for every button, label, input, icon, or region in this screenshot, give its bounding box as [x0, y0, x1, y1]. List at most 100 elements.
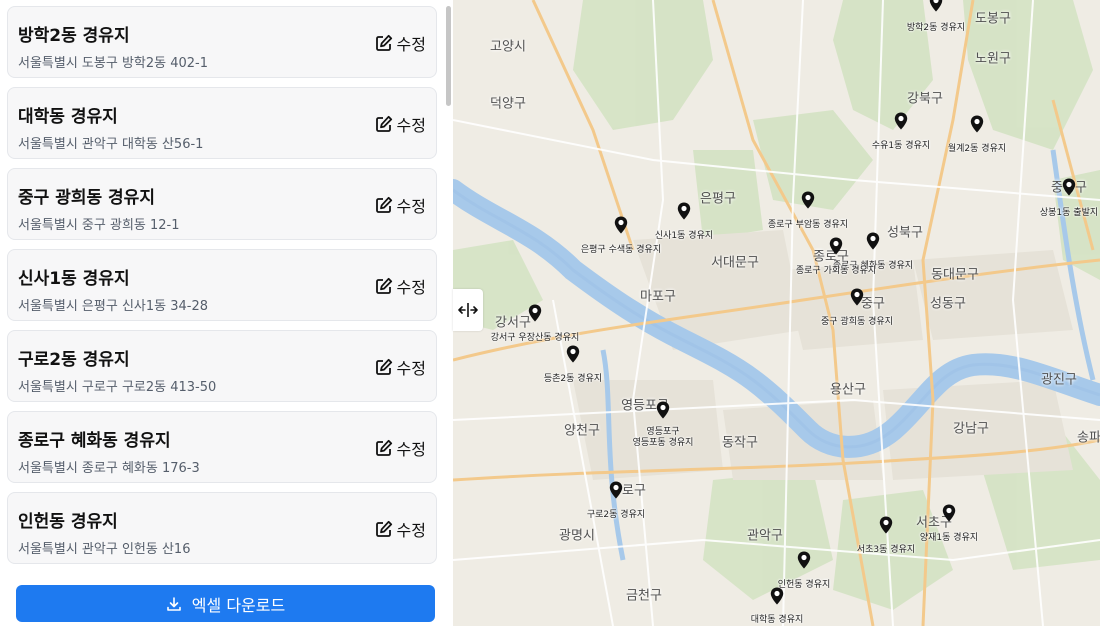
edit-label: 수정: [396, 278, 426, 297]
map-view[interactable]: 도봉구 고양시 노원구 덕양구 강북구 은평구 중랑구 성북구 서대문구 종로구…: [453, 0, 1100, 626]
excel-download-button[interactable]: 엑셀 다운로드: [16, 585, 435, 622]
map-marker-label: 상봉1동 출발지: [1039, 208, 1099, 218]
edit-label: 수정: [396, 35, 426, 54]
waypoint-name: 구로2동 경유지: [18, 350, 130, 370]
map-marker-label: 수유1동 경유지: [871, 141, 931, 151]
edit-label: 수정: [396, 197, 426, 216]
list-item: 신사1동 경유지 서울특별시 은평구 신사1동 34-28 수정: [7, 249, 437, 321]
edit-label: 수정: [396, 359, 426, 378]
map-marker-label: 구로2동 경유지: [586, 510, 646, 520]
waypoint-address: 서울특별시 도봉구 방학2동 402-1: [18, 56, 209, 71]
list-item: 중구 광희동 경유지 서울특별시 중구 광희동 12-1 수정: [7, 168, 437, 240]
map-marker-pin-icon[interactable]: [829, 237, 843, 259]
district-label: 강서구: [495, 315, 531, 331]
scrollbar-thumb[interactable]: [446, 6, 451, 106]
district-label: 덕양구: [490, 96, 526, 112]
waypoint-panel: 방학2동 경유지 서울특별시 도봉구 방학2동 402-1 수정 대학동 경유지…: [0, 0, 453, 626]
waypoint-address: 서울특별시 은평구 신사1동 34-28: [18, 299, 209, 314]
map-marker-pin-icon[interactable]: [879, 516, 893, 538]
district-label: 강남구: [953, 421, 989, 437]
edit-label: 수정: [396, 440, 426, 459]
map-marker-label: 중구 광희동 경유지: [821, 317, 893, 327]
download-label: 엑셀 다운로드: [191, 595, 286, 615]
district-label: 성북구: [887, 225, 923, 241]
district-label: 도봉구: [975, 11, 1011, 27]
district-label: 마포구: [640, 289, 676, 305]
map-marker-label: 대학동 경유지: [750, 615, 804, 625]
waypoint-name: 중구 광희동 경유지: [18, 188, 155, 208]
map-marker-pin-icon[interactable]: [566, 345, 580, 367]
waypoint-name: 대학동 경유지: [18, 107, 118, 127]
edit-icon: [375, 277, 392, 294]
edit-icon: [375, 115, 392, 132]
edit-icon: [375, 520, 392, 537]
waypoint-address: 서울특별시 중구 광희동 12-1: [18, 218, 180, 233]
edit-button[interactable]: 수정: [375, 274, 426, 298]
district-label: 은평구: [700, 191, 736, 207]
edit-button[interactable]: 수정: [375, 193, 426, 217]
map-marker-pin-icon[interactable]: [942, 504, 956, 526]
district-label: 강북구: [907, 91, 943, 107]
map-marker-label: 영등포구 영등포동 경유지: [632, 427, 694, 448]
map-marker-label: 등촌2동 경유지: [543, 374, 603, 384]
edit-button[interactable]: 수정: [375, 31, 426, 55]
map-marker-label: 양재1동 경유지: [919, 533, 979, 543]
edit-button[interactable]: 수정: [375, 517, 426, 541]
map-marker-pin-icon[interactable]: [677, 202, 691, 224]
waypoint-address: 서울특별시 관악구 인헌동 산16: [18, 542, 191, 557]
waypoint-address: 서울특별시 관악구 대학동 산56-1: [18, 137, 204, 152]
edit-label: 수정: [396, 116, 426, 135]
resize-arrows-icon: [458, 303, 478, 317]
edit-icon: [375, 439, 392, 456]
resize-handle[interactable]: [453, 289, 483, 331]
waypoint-name: 신사1동 경유지: [18, 269, 130, 289]
map-marker-label: 방학2동 경유지: [906, 23, 966, 33]
list-item: 대학동 경유지 서울특별시 관악구 대학동 산56-1 수정: [7, 87, 437, 159]
map-marker-label: 월계2동 경유지: [947, 144, 1007, 154]
download-icon: [166, 596, 181, 611]
map-marker-label: 종로구 가회동 경유지: [795, 266, 877, 276]
map-marker-pin-icon[interactable]: [609, 481, 623, 503]
district-label: 동대문구: [931, 267, 979, 283]
map-marker-pin-icon[interactable]: [656, 401, 670, 423]
edit-icon: [375, 34, 392, 51]
district-label: 관악구: [747, 528, 783, 544]
list-item: 종로구 혜화동 경유지 서울특별시 종로구 혜화동 176-3 수정: [7, 411, 437, 483]
map-marker-pin-icon[interactable]: [850, 288, 864, 310]
map-marker-label: 신사1동 경유지: [654, 231, 714, 241]
map-marker-pin-icon[interactable]: [614, 216, 628, 238]
map-marker-pin-icon[interactable]: [894, 112, 908, 134]
district-label: 광명시: [559, 528, 595, 544]
map-marker-pin-icon[interactable]: [929, 0, 943, 16]
map-marker-pin-icon[interactable]: [1062, 178, 1076, 200]
map-marker-pin-icon[interactable]: [866, 232, 880, 254]
district-label: 광진구: [1041, 372, 1077, 388]
district-label: 송파: [1077, 430, 1100, 446]
map-marker-pin-icon[interactable]: [528, 304, 542, 326]
waypoint-address: 서울특별시 종로구 혜화동 176-3: [18, 461, 200, 476]
map-marker-label: 서초3동 경유지: [856, 545, 916, 555]
district-label: 중구: [861, 296, 885, 312]
map-marker-pin-icon[interactable]: [770, 587, 784, 609]
map-marker-pin-icon[interactable]: [801, 191, 815, 213]
map-marker-label: 종로구 부암동 경유지: [767, 220, 849, 230]
map-marker-label: 은평구 수색동 경유지: [580, 245, 662, 255]
edit-icon: [375, 196, 392, 213]
edit-button[interactable]: 수정: [375, 436, 426, 460]
waypoint-name: 종로구 혜화동 경유지: [18, 431, 171, 451]
district-label: 양천구: [564, 423, 600, 439]
edit-icon: [375, 358, 392, 375]
map-marker-pin-icon[interactable]: [970, 115, 984, 137]
edit-button[interactable]: 수정: [375, 355, 426, 379]
district-label: 성동구: [930, 296, 966, 312]
edit-button[interactable]: 수정: [375, 112, 426, 136]
district-label: 고양시: [490, 39, 526, 55]
map-marker-pin-icon[interactable]: [797, 551, 811, 573]
list-item: 구로2동 경유지 서울특별시 구로구 구로2동 413-50 수정: [7, 330, 437, 402]
district-label: 노원구: [975, 51, 1011, 67]
list-item: 방학2동 경유지 서울특별시 도봉구 방학2동 402-1 수정: [7, 6, 437, 78]
list-item: 인헌동 경유지 서울특별시 관악구 인헌동 산16 수정: [7, 492, 437, 564]
map-marker-label: 강서구 우장산동 경유지: [490, 333, 580, 343]
map-marker-label: 인헌동 경유지: [777, 580, 831, 590]
waypoint-name: 인헌동 경유지: [18, 512, 118, 532]
